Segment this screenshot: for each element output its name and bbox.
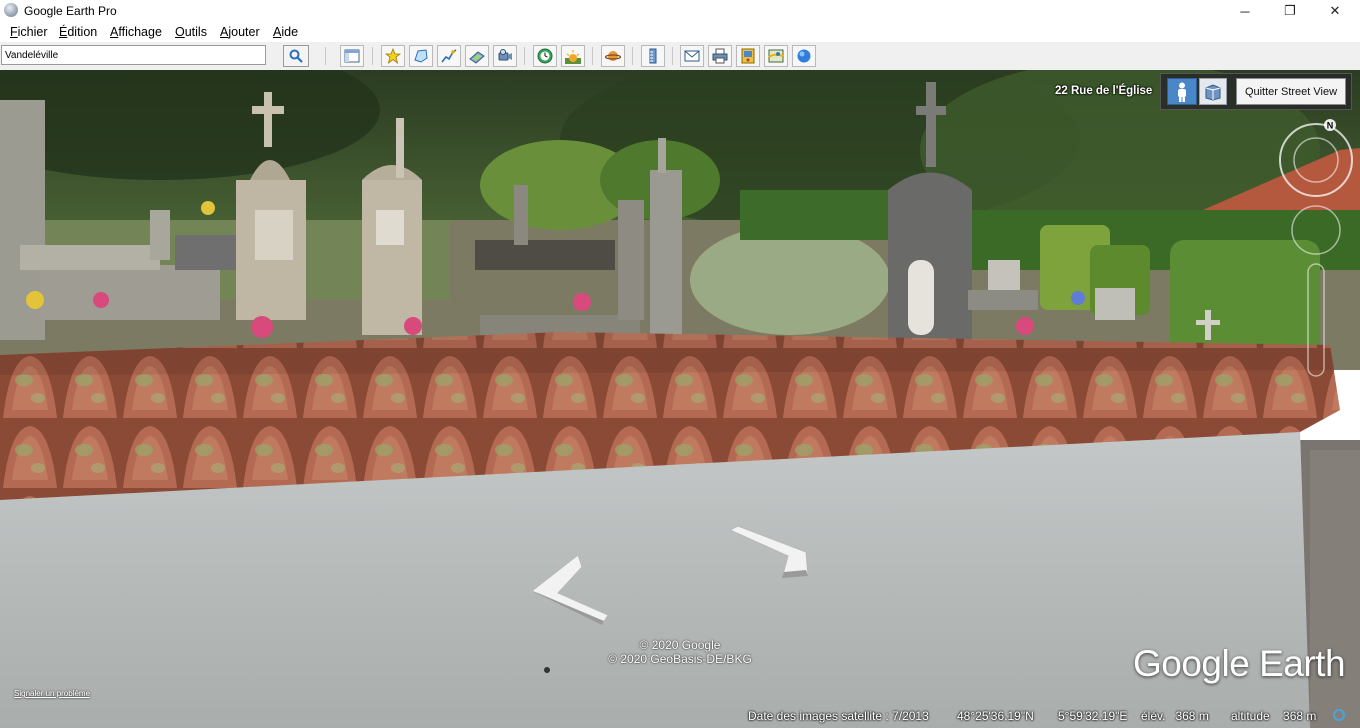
streaming-status-icon xyxy=(1333,709,1345,721)
exit-street-view-button[interactable]: Quitter Street View xyxy=(1236,78,1346,105)
ruler-button[interactable] xyxy=(641,45,665,67)
menu-ajouter[interactable]: Ajouter xyxy=(220,25,260,39)
sidebar-toggle-icon xyxy=(344,49,360,63)
sunlight-button[interactable] xyxy=(561,45,585,67)
menu-outils[interactable]: Outils xyxy=(175,25,207,39)
ruler-icon xyxy=(649,48,657,64)
zoom-slider[interactable] xyxy=(1307,263,1325,377)
toolbar-separator xyxy=(592,47,593,65)
maximize-button[interactable]: ❐ xyxy=(1267,0,1313,22)
minimize-button[interactable]: ─ xyxy=(1222,0,1268,22)
google-earth-app-icon xyxy=(4,3,18,17)
toolbar-separator xyxy=(372,47,373,65)
toolbar-separator xyxy=(632,47,633,65)
earth-icon xyxy=(797,49,811,63)
historical-imagery-button[interactable] xyxy=(533,45,557,67)
window-title: Google Earth Pro xyxy=(24,4,117,18)
search-input[interactable] xyxy=(1,45,266,65)
pegman-icon xyxy=(1178,82,1186,102)
save-image-button[interactable] xyxy=(736,45,760,67)
toolbar xyxy=(0,42,1360,71)
street-address: 22 Rue de l'Église xyxy=(1055,85,1153,97)
add-polygon-button[interactable] xyxy=(409,45,433,67)
view-in-maps-icon xyxy=(768,49,784,63)
navigate-right-arrow[interactable] xyxy=(728,526,812,580)
record-tour-button[interactable] xyxy=(493,45,517,67)
menu-affichage[interactable]: Affichage xyxy=(110,25,162,39)
sunlight-icon xyxy=(565,50,581,64)
street-view-viewport[interactable]: 22 Rue de l'Église Quitter Street View N… xyxy=(0,70,1360,728)
menu-fichier[interactable]: Fichier xyxy=(10,25,48,39)
ground-level-view-button[interactable] xyxy=(1199,78,1227,105)
path-icon xyxy=(441,49,457,63)
toolbar-separator xyxy=(325,47,326,65)
report-problem-link[interactable]: Signaler un problème xyxy=(14,689,90,698)
search-button[interactable] xyxy=(283,45,309,67)
look-joystick[interactable] xyxy=(1279,123,1353,197)
menu-aide[interactable]: Aide xyxy=(273,25,298,39)
copyright-google: © 2020 Google xyxy=(639,638,721,652)
email-button[interactable] xyxy=(680,45,704,67)
email-icon xyxy=(684,50,700,62)
add-image-overlay-button[interactable] xyxy=(465,45,489,67)
eye-altitude: altitude 368 m xyxy=(1231,709,1317,723)
title-bar: Google Earth Pro ─ ❐ ✕ xyxy=(0,0,1360,22)
navigate-left-arrow[interactable] xyxy=(530,555,610,625)
historical-imagery-icon xyxy=(537,48,553,64)
svg-text:N: N xyxy=(1327,121,1334,131)
compass-north-icon[interactable]: N xyxy=(1324,119,1336,131)
planets-icon xyxy=(605,51,621,61)
sidebar-toggle-button[interactable] xyxy=(340,45,364,67)
print-button[interactable] xyxy=(708,45,732,67)
toolbar-separator xyxy=(524,47,525,65)
planets-button[interactable] xyxy=(601,45,625,67)
polygon-icon xyxy=(414,49,428,63)
elevation: élév. 368 m xyxy=(1141,709,1209,723)
copyright: © 2020 Google © 2020 GeoBasis-DE/BKG xyxy=(560,638,800,666)
search-icon xyxy=(289,49,303,63)
print-icon xyxy=(712,48,728,64)
view-in-maps-button[interactable] xyxy=(764,45,788,67)
earth-button[interactable] xyxy=(792,45,816,67)
navigation-controls: N xyxy=(1279,119,1353,377)
record-tour-icon xyxy=(498,49,512,61)
google-earth-logo: Google Earth xyxy=(1133,643,1346,684)
placemark-icon xyxy=(385,48,401,64)
menu-bar: Fichier Édition Affichage Outils Ajouter… xyxy=(0,22,1360,42)
imagery-date: Date des images satellite : 7/2013 xyxy=(748,709,929,723)
add-placemark-button[interactable] xyxy=(381,45,405,67)
move-joystick[interactable] xyxy=(1291,205,1341,255)
street-view-photo xyxy=(0,70,1360,728)
toolbar-separator xyxy=(672,47,673,65)
save-image-icon xyxy=(741,48,755,64)
menu-edition[interactable]: Édition xyxy=(59,25,97,39)
close-button[interactable]: ✕ xyxy=(1312,0,1358,22)
building-cube-icon xyxy=(1205,83,1221,101)
copyright-geobasis: © 2020 GeoBasis-DE/BKG xyxy=(608,652,752,666)
longitude: 5°59'32.19"E xyxy=(1058,709,1128,723)
image-overlay-icon xyxy=(469,51,485,64)
latitude: 48°25'36.19"N xyxy=(957,709,1034,723)
street-view-person-button[interactable] xyxy=(1167,78,1197,105)
add-path-button[interactable] xyxy=(437,45,461,67)
status-bar: Date des images satellite : 7/2013 48°25… xyxy=(0,705,1360,728)
